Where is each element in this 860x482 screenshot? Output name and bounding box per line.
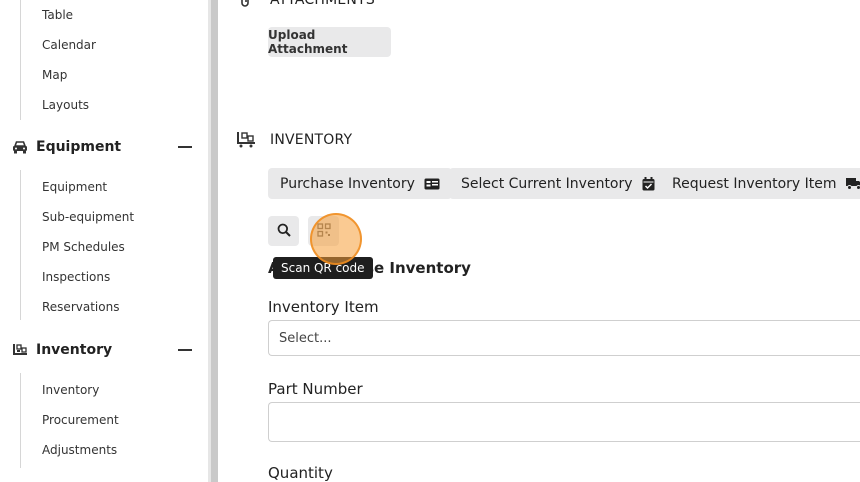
sidebar-item-sub-equipment[interactable]: Sub-equipment	[42, 209, 134, 225]
inventory-item-select[interactable]: Select...	[268, 320, 860, 356]
sidebar-section-label: Inventory	[36, 342, 113, 358]
sidebar-item-adjustments[interactable]: Adjustments	[42, 442, 117, 458]
sidebar-section-equipment[interactable]: Equipment	[12, 137, 192, 157]
sidebar-item-pm-schedules[interactable]: PM Schedules	[42, 239, 125, 255]
part-number-input[interactable]	[268, 402, 860, 442]
sidebar: Table Calendar Map Layouts Equipment Equ…	[0, 0, 208, 482]
tree-line	[20, 170, 21, 320]
search-icon	[277, 223, 291, 240]
collapse-icon[interactable]	[178, 349, 192, 351]
calendar-check-icon	[642, 176, 655, 191]
purchase-inventory-label: Purchase Inventory	[280, 175, 415, 192]
attachments-title: ATTACHMENTS	[270, 0, 375, 8]
cursor-highlight	[310, 213, 362, 265]
request-inventory-item-button[interactable]: Request Inventory Item	[660, 168, 860, 199]
car-icon	[12, 140, 28, 154]
sidebar-item-calendar[interactable]: Calendar	[42, 37, 96, 53]
sidebar-item-equipment[interactable]: Equipment	[42, 179, 107, 195]
pallet-icon	[12, 343, 28, 357]
purchase-inventory-button[interactable]: Purchase Inventory	[268, 168, 452, 199]
inventory-item-label: Inventory Item	[268, 298, 379, 316]
collapse-icon[interactable]	[178, 146, 192, 148]
sidebar-section-inventory[interactable]: Inventory	[12, 340, 192, 360]
sidebar-section-label: Equipment	[36, 139, 122, 155]
sidebar-item-table[interactable]: Table	[42, 7, 73, 23]
tree-line	[20, 0, 21, 120]
sidebar-item-layouts[interactable]: Layouts	[42, 97, 89, 113]
tree-line	[20, 373, 21, 468]
sidebar-item-procurement[interactable]: Procurement	[42, 412, 119, 428]
panel-resize-handle[interactable]	[211, 0, 218, 482]
select-current-inventory-label: Select Current Inventory	[461, 175, 633, 192]
inventory-title: INVENTORY	[270, 132, 353, 148]
main-content: ATTACHMENTS Upload Attachment INVENTORY …	[218, 0, 860, 482]
sidebar-item-map[interactable]: Map	[42, 67, 67, 83]
id-card-icon	[424, 178, 440, 190]
sidebar-item-inspections[interactable]: Inspections	[42, 269, 110, 285]
paperclip-icon	[238, 0, 252, 13]
select-current-inventory-button[interactable]: Select Current Inventory	[449, 168, 667, 199]
quantity-label: Quantity	[268, 464, 333, 482]
truck-icon	[845, 177, 860, 190]
sidebar-item-inventory[interactable]: Inventory	[42, 382, 99, 398]
request-inventory-item-label: Request Inventory Item	[672, 175, 837, 192]
part-number-label: Part Number	[268, 380, 363, 398]
sidebar-item-reservations[interactable]: Reservations	[42, 299, 119, 315]
upload-attachment-button[interactable]: Upload Attachment	[268, 27, 391, 57]
dolly-icon	[236, 131, 256, 152]
search-button[interactable]	[268, 216, 299, 246]
